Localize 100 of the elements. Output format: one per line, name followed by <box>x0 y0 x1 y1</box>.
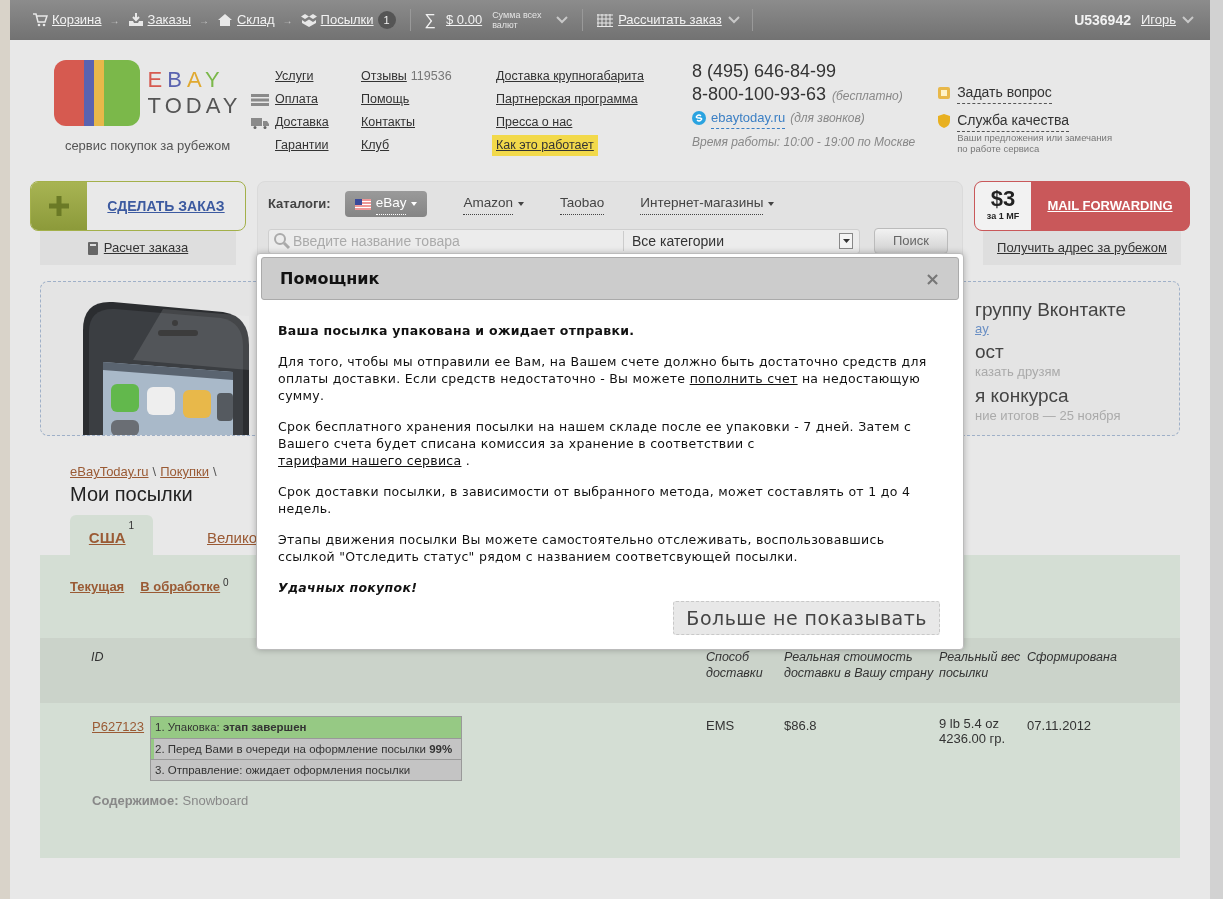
phone-number: 8 (495) 646-84-99 <box>692 60 838 82</box>
skype-icon <box>692 111 706 126</box>
skype-note: (для звонков) <box>790 110 865 128</box>
table-cell-text: EMS <box>706 717 736 735</box>
balance-link[interactable]: $ 0.00 <box>445 10 483 30</box>
make-order-button[interactable]: СДЕЛАТЬ ЗАКАЗ <box>30 181 246 231</box>
status-filter-link[interactable]: Текущая <box>70 577 125 597</box>
plus-icon <box>48 195 70 217</box>
breadcrumb-separator: \ <box>213 463 217 482</box>
status-filter-link[interactable]: В обработке $^{0}$ <box>140 577 229 597</box>
search-field[interactable]: Введите название товара Все категории <box>268 228 860 254</box>
flag-icon <box>354 198 371 210</box>
search-button[interactable]: Поиск <box>874 228 948 254</box>
catalog-tab[interactable]: Amazon <box>463 193 524 215</box>
grid-icon <box>597 13 614 27</box>
dropdown-caret-icon <box>411 202 418 206</box>
working-hours: Время работы: 10:00 - 19:00 по Москве <box>692 133 916 151</box>
column-header: Способ доставки <box>706 649 764 682</box>
stage-text: 3. Отправление: ожидает оформления посылки <box>155 764 411 776</box>
nav-link[interactable]: Доставка крупногабарита <box>496 67 644 86</box>
dialog-paragraph: Для того, чтобы мы отправили ее Вам, на Вашем счете должно быть достаточно средств для оплаты доставки. Если средств недостаточно - Вы можете пополнить счет на недостающую сумму. <box>278 353 928 404</box>
dropdown-caret-icon <box>768 202 775 206</box>
inline-link[interactable]: пополнить счет <box>689 371 798 386</box>
chevron-icon <box>556 16 569 24</box>
price-text: $3 <box>990 188 1016 211</box>
calculator-icon <box>87 241 98 255</box>
nav-link[interactable]: Как это работает <box>492 135 598 156</box>
breadcrumb-link[interactable]: Корзина <box>32 10 102 30</box>
nav-link[interactable]: Доставка <box>275 113 329 132</box>
mail-forwarding-button[interactable]: $3 за 1 MF MAIL FORWARDING <box>974 181 1190 231</box>
stage-text: 2. Перед Вами в очереди на оформление посылки 99% <box>155 743 453 755</box>
search-icon <box>273 232 291 250</box>
nav-link[interactable]: Партнерская программа <box>496 90 638 109</box>
logo-tagline: сервис покупок за рубежом <box>64 137 231 155</box>
chevron-icon <box>1182 16 1194 24</box>
stage-text: 1. Упаковка: этап завершен <box>155 721 307 733</box>
box-icon <box>300 13 317 27</box>
quality-service-link[interactable]: Служба качества <box>957 110 1069 132</box>
nav-link[interactable]: Оплата <box>275 90 318 109</box>
dont-show-again-button[interactable]: Больше не показывать <box>673 601 940 635</box>
phone-number: 8-800-100-93-63 <box>692 83 827 106</box>
country-tab[interactable]: Велико <box>207 515 258 555</box>
phone-note: (бесплатно) <box>832 88 903 105</box>
logo-text: TODAY <box>147 93 242 119</box>
dropdown-caret-icon <box>518 202 524 206</box>
catalog-tab[interactable]: Taobao <box>560 193 605 215</box>
breadcrumb-link[interactable]: Покупки <box>160 462 210 482</box>
chevron-icon <box>727 16 740 24</box>
column-header: Реальный вес посылки <box>939 649 1022 682</box>
nav-link[interactable]: Пресса о нас <box>496 113 573 132</box>
breadcrumb-link[interactable]: Посылки <box>300 10 374 30</box>
table-cell-text: 07.11.2012 <box>1027 717 1093 735</box>
table-cell-text: 4236.00 гр. <box>939 731 1007 746</box>
logo-icon <box>53 60 140 126</box>
ask-question-link[interactable]: Задать вопрос <box>957 82 1052 104</box>
cart-icon <box>32 13 48 27</box>
breadcrumb-link[interactable]: Склад <box>217 10 275 30</box>
skype-link[interactable]: ebaytoday.ru <box>711 108 786 129</box>
nav-link[interactable]: Гарантии <box>275 136 329 155</box>
dialog-paragraph: Срок бесплатного хранения посылки на нашем складе после ее упаковки - 7 дней. Затем с Вашего счета будет списана комиссия за хранение в соответствии с тарифами нашего сервиса . <box>278 418 913 469</box>
nav-link[interactable]: Клуб <box>361 136 390 155</box>
user-menu[interactable]: Игорь <box>1140 10 1176 30</box>
category-select[interactable]: Все категории <box>632 230 839 252</box>
dialog-paragraph: Срок доставки посылки, в зависимости от выбранного метода, может составлять от 1 до 4 недель. <box>278 483 912 517</box>
sigma-icon: ∑ <box>424 8 436 32</box>
catalog-tab[interactable]: Интернет-магазины <box>640 193 775 215</box>
page-title: Мои посылки <box>70 482 193 506</box>
contents-value: Snowboard <box>182 792 249 810</box>
quality-note: Ваши предложения или замечания по работе сервиса <box>957 132 1114 154</box>
price-unit: за 1 MF <box>986 210 1020 224</box>
review-count: 119536 <box>410 68 452 86</box>
breadcrumb-separator: \ <box>152 463 157 482</box>
arrow-icon: → <box>199 12 209 28</box>
breadcrumb-link[interactable]: eBayToday.ru <box>70 462 149 482</box>
nav-link[interactable]: Помощь <box>361 90 410 109</box>
banner-text: группу Вконтакте <box>975 298 1128 322</box>
arrow-icon: → <box>282 12 293 28</box>
parcel-id-link[interactable]: P627123 <box>92 717 150 781</box>
dialog-paragraph: Ваша посылка упакована и ожидает отправки. <box>278 322 636 339</box>
arrow-icon: → <box>109 12 120 28</box>
catalogs-label: Каталоги: <box>268 195 331 214</box>
nav-link[interactable]: Отзывы <box>361 67 407 86</box>
banner-text: казать друзям <box>975 364 1062 380</box>
inline-link[interactable]: тарифами нашего сервиса <box>278 453 462 468</box>
nav-link[interactable]: Услуги <box>275 67 314 86</box>
card-stack-icon <box>251 93 269 106</box>
dialog-paragraph: Удачных покупок! <box>278 579 419 596</box>
download-tray-icon <box>127 13 144 27</box>
table-cell-text: $86.8 <box>784 717 818 735</box>
column-header: ID <box>91 649 105 666</box>
banner-text: я конкурса <box>975 384 1070 408</box>
banner-text: ост <box>975 340 1005 364</box>
banner-text: ние итогов — 25 ноября <box>975 408 1122 424</box>
nav-link[interactable]: Контакты <box>361 113 415 132</box>
breadcrumb-link[interactable]: Заказы <box>127 10 191 30</box>
user-id: U536942 <box>1074 10 1131 30</box>
balance-caption: Сумма всех валют <box>492 10 543 30</box>
column-header: Реальная стоимость доставки в Вашу страну <box>784 649 935 682</box>
column-header: Сформирована <box>1027 649 1118 666</box>
calculate-order-link[interactable]: Рассчитать заказ <box>618 10 722 30</box>
